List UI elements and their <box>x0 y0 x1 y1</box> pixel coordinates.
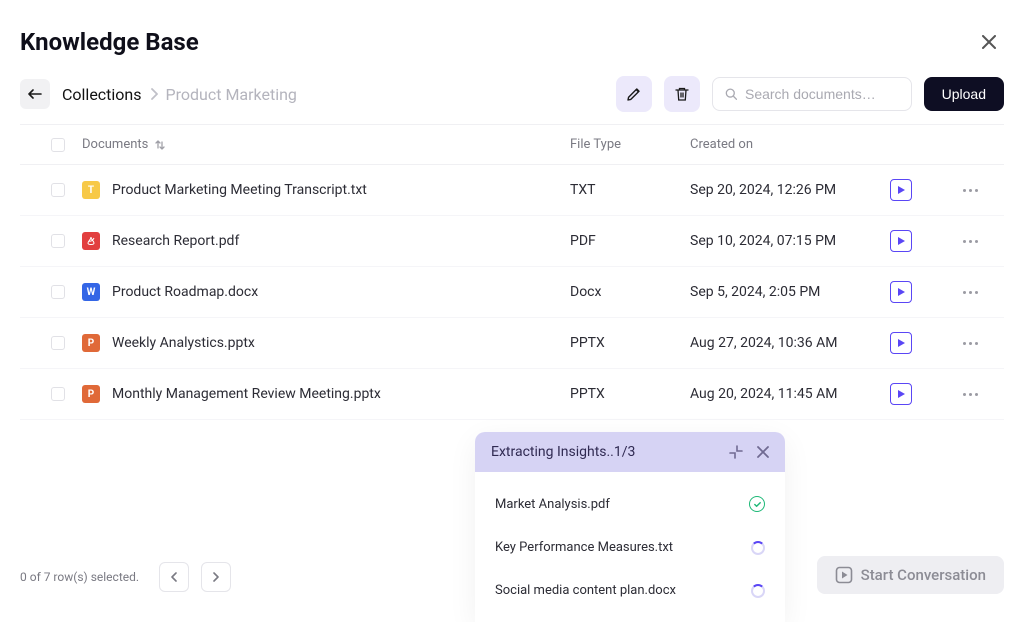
toast-item-name: Market Analysis.pdf <box>495 497 610 512</box>
play-button[interactable] <box>890 179 912 201</box>
play-icon <box>898 339 905 347</box>
close-icon[interactable] <box>974 31 1004 53</box>
created-on-value: Aug 27, 2024, 10:36 AM <box>690 335 890 351</box>
toast-item-name: Key Performance Measures.txt <box>495 540 673 555</box>
check-circle-icon <box>749 496 765 512</box>
table-row[interactable]: W Product Roadmap.docx DocxSep 5, 2024, 2:… <box>20 267 1004 318</box>
play-icon <box>898 288 905 296</box>
file-type-value: Docx <box>570 284 690 300</box>
document-name: Product Roadmap.docx <box>112 284 258 300</box>
file-type-icon: P <box>82 385 100 403</box>
toast-item: Social media content plan.docx <box>475 569 785 612</box>
table-row[interactable]: T Product Marketing Meeting Transcript.tx… <box>20 165 1004 216</box>
toast-item-name: Social media content plan.docx <box>495 583 676 598</box>
search-icon <box>725 87 737 101</box>
document-name: Weekly Analystics.pptx <box>112 335 255 351</box>
play-icon <box>898 186 905 194</box>
play-button[interactable] <box>890 281 912 303</box>
upload-button[interactable]: Upload <box>924 77 1004 111</box>
column-createdon[interactable]: Created on <box>690 137 890 152</box>
created-on-value: Aug 20, 2024, 11:45 AM <box>690 386 890 402</box>
more-actions-button[interactable] <box>950 240 990 243</box>
sort-icon <box>154 139 166 151</box>
created-on-value: Sep 20, 2024, 12:26 PM <box>690 182 890 198</box>
play-button[interactable] <box>890 383 912 405</box>
start-conversation-label: Start Conversation <box>861 566 986 584</box>
toast-item: Key Performance Measures.txt <box>475 526 785 569</box>
selection-count: 0 of 7 row(s) selected. <box>20 570 139 584</box>
more-actions-button[interactable] <box>950 393 990 396</box>
search-box[interactable] <box>712 77 912 111</box>
more-actions-button[interactable] <box>950 291 990 294</box>
play-icon <box>898 237 905 245</box>
file-type-icon: P <box>82 334 100 352</box>
row-checkbox[interactable] <box>51 336 65 350</box>
play-button[interactable] <box>890 230 912 252</box>
table-footer: 0 of 7 row(s) selected. <box>20 562 231 592</box>
select-all-checkbox[interactable] <box>51 138 65 152</box>
table-header: Documents File Type Created on <box>20 124 1004 165</box>
row-checkbox[interactable] <box>51 285 65 299</box>
edit-button[interactable] <box>616 76 652 112</box>
toast-close-button[interactable] <box>757 446 769 458</box>
file-type-icon: W <box>82 283 100 301</box>
play-button[interactable] <box>890 332 912 354</box>
start-conversation-button[interactable]: Start Conversation <box>817 556 1004 594</box>
row-checkbox[interactable] <box>51 387 65 401</box>
back-button[interactable] <box>20 79 50 109</box>
toast-title: Extracting Insights..1/3 <box>491 444 721 460</box>
play-square-icon <box>835 566 853 584</box>
column-filetype[interactable]: File Type <box>570 137 690 152</box>
collapse-icon <box>729 445 743 459</box>
file-type-value: PPTX <box>570 386 690 402</box>
file-type-value: PDF <box>570 233 690 249</box>
document-name: Monthly Management Review Meeting.pptx <box>112 386 381 402</box>
file-type-value: TXT <box>570 182 690 198</box>
minimize-button[interactable] <box>729 445 743 459</box>
prev-page-button[interactable] <box>159 562 189 592</box>
toast-item: Market Analysis.pdf <box>475 482 785 526</box>
pencil-icon <box>626 86 642 102</box>
trash-icon <box>674 86 690 102</box>
search-input[interactable] <box>745 86 899 102</box>
more-actions-button[interactable] <box>950 342 990 345</box>
breadcrumb-root[interactable]: Collections <box>62 85 142 104</box>
arrow-left-icon <box>28 87 42 101</box>
table-row[interactable]: P Monthly Management Review Meeting.pptx P… <box>20 369 1004 420</box>
file-type-icon: T <box>82 181 100 199</box>
column-documents[interactable]: Documents <box>82 137 570 152</box>
spinner-icon <box>751 541 765 555</box>
table-row[interactable]: P Weekly Analystics.pptx PPTXAug 27, 2024,… <box>20 318 1004 369</box>
column-documents-label: Documents <box>82 137 148 152</box>
breadcrumb-current: Product Marketing <box>166 85 297 104</box>
more-actions-button[interactable] <box>950 189 990 192</box>
chevron-right-icon <box>212 572 220 582</box>
breadcrumb: Collections Product Marketing <box>62 85 297 104</box>
play-icon <box>898 390 905 398</box>
file-type-icon <box>82 232 100 250</box>
next-page-button[interactable] <box>201 562 231 592</box>
page-title: Knowledge Base <box>20 28 199 56</box>
document-name: Product Marketing Meeting Transcript.txt <box>112 182 367 198</box>
created-on-value: Sep 5, 2024, 2:05 PM <box>690 284 890 300</box>
close-icon <box>757 446 769 458</box>
created-on-value: Sep 10, 2024, 07:15 PM <box>690 233 890 249</box>
documents-table: Documents File Type Created on T Product … <box>0 124 1024 420</box>
row-checkbox[interactable] <box>51 234 65 248</box>
document-name: Research Report.pdf <box>112 233 239 249</box>
file-type-value: PPTX <box>570 335 690 351</box>
table-row[interactable]: Research Report.pdf PDFSep 10, 2024, 07:1… <box>20 216 1004 267</box>
delete-button[interactable] <box>664 76 700 112</box>
row-checkbox[interactable] <box>51 183 65 197</box>
chevron-left-icon <box>170 572 178 582</box>
spinner-icon <box>751 584 765 598</box>
chevron-right-icon <box>150 88 158 100</box>
progress-toast: Extracting Insights..1/3 Market Analysis… <box>475 432 785 622</box>
